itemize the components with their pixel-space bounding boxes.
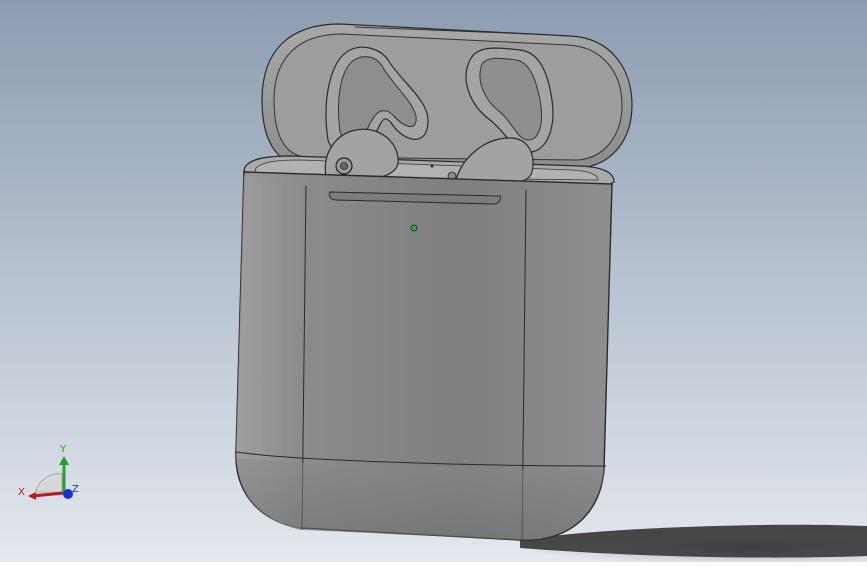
triad-y-arrow [59, 456, 69, 465]
graphics-viewport[interactable]: X Y Z [0, 0, 867, 562]
lid-inner-rim [273, 33, 623, 161]
case-pin-dot [430, 164, 434, 168]
reference-triad[interactable]: X Y Z [14, 440, 84, 510]
case-lid[interactable] [261, 23, 633, 169]
triad-x-axis [31, 491, 65, 498]
status-led [410, 224, 418, 232]
case-body[interactable] [235, 171, 613, 541]
model-canvas[interactable] [0, 0, 867, 562]
triad-z-label: Z [72, 484, 79, 495]
triad-x-arrow [28, 492, 36, 500]
triad-plane [35, 473, 63, 493]
left-earbud-mesh [340, 162, 348, 170]
triad-x-label: X [18, 487, 25, 498]
triad-y-label: Y [59, 444, 67, 455]
